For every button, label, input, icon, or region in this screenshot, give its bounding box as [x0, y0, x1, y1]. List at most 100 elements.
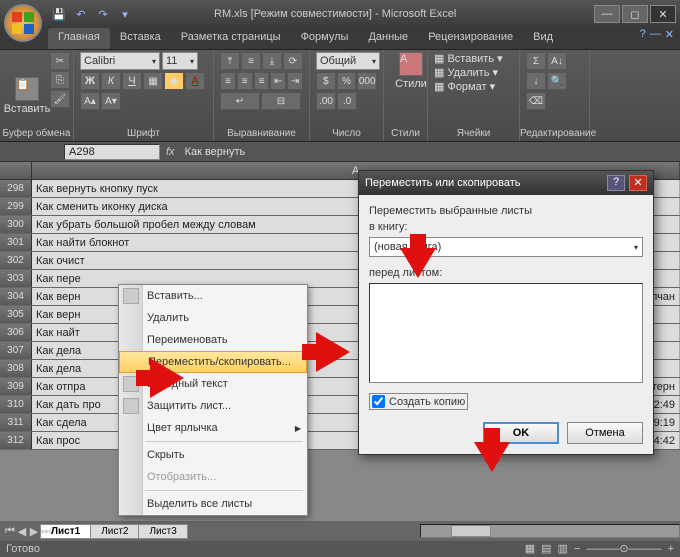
zoom-in-icon[interactable]: +	[668, 541, 674, 557]
align-center-icon[interactable]: ≡	[237, 72, 253, 90]
office-button[interactable]	[4, 4, 42, 42]
cells-delete-button[interactable]: ▦ Удалить ▾	[434, 66, 513, 79]
cells-insert-button[interactable]: ▦ Вставить ▾	[434, 52, 513, 65]
sheet-tab-3[interactable]: Лист3	[138, 524, 187, 539]
row-header[interactable]: 300	[0, 216, 32, 233]
tab-review[interactable]: Рецензирование	[418, 28, 523, 49]
tab-insert[interactable]: Вставка	[110, 28, 171, 49]
maximize-button[interactable]: ◻	[622, 5, 648, 23]
fill-down-icon[interactable]: ↓	[526, 72, 546, 90]
orient-icon[interactable]: ⟳	[283, 52, 303, 70]
font-size-combo[interactable]: 11▾	[162, 52, 198, 70]
tab-formulas[interactable]: Формулы	[291, 28, 359, 49]
view-layout-icon[interactable]: ▤	[541, 541, 551, 557]
tab-home[interactable]: Главная	[48, 28, 110, 49]
dialog-before-list[interactable]	[369, 283, 643, 383]
currency-icon[interactable]: $	[316, 72, 336, 90]
border-button[interactable]: ▦	[143, 72, 163, 90]
ribbon-min-icon[interactable]: —	[650, 28, 661, 49]
paste-button[interactable]: 📋 Вставить	[6, 52, 48, 139]
align-top-icon[interactable]: ⤒	[220, 52, 240, 70]
fx-icon[interactable]: fx	[166, 146, 175, 158]
number-format-combo[interactable]: Общий▾	[316, 52, 380, 70]
tab-nav-prev-icon[interactable]: ◀	[16, 525, 28, 538]
context-menu-item[interactable]: Выделить все листы	[119, 493, 307, 515]
percent-icon[interactable]: %	[337, 72, 357, 90]
formula-input[interactable]: Как вернуть	[181, 146, 680, 158]
dialog-titlebar[interactable]: Переместить или скопировать ? ✕	[359, 171, 653, 195]
find-icon[interactable]: 🔍	[547, 72, 567, 90]
tab-layout[interactable]: Разметка страницы	[171, 28, 291, 49]
row-header[interactable]: 298	[0, 180, 32, 197]
autosum-icon[interactable]: Σ	[526, 52, 546, 70]
row-header[interactable]: 304	[0, 288, 32, 305]
row-header[interactable]: 301	[0, 234, 32, 251]
inc-decimal-icon[interactable]: .00	[316, 92, 336, 110]
cells-format-button[interactable]: ▦ Формат ▾	[434, 80, 513, 93]
row-header[interactable]: 305	[0, 306, 32, 323]
row-header[interactable]: 307	[0, 342, 32, 359]
row-header[interactable]: 311	[0, 414, 32, 431]
underline-button[interactable]: Ч	[122, 72, 142, 90]
view-normal-icon[interactable]: ▦	[525, 541, 535, 557]
row-header[interactable]: 302	[0, 252, 32, 269]
help-icon[interactable]: ?	[640, 28, 646, 49]
font-name-combo[interactable]: Calibri▾	[80, 52, 160, 70]
zoom-slider[interactable]: ———⊙———	[586, 541, 661, 557]
sheet-tab-2[interactable]: Лист2	[90, 524, 139, 539]
row-header[interactable]: 308	[0, 360, 32, 377]
row-header[interactable]: 303	[0, 270, 32, 287]
context-menu-item[interactable]: Защитить лист...	[119, 395, 307, 417]
name-box[interactable]: A298	[64, 144, 160, 160]
dialog-help-button[interactable]: ?	[607, 175, 625, 191]
row-header[interactable]: 309	[0, 378, 32, 395]
copy-checkbox-input[interactable]	[372, 395, 385, 408]
context-menu-item[interactable]: Вставить...	[119, 285, 307, 307]
merge-icon[interactable]: ⊟	[261, 92, 301, 110]
align-left-icon[interactable]: ≡	[220, 72, 236, 90]
tab-view[interactable]: Вид	[523, 28, 563, 49]
row-header[interactable]: 312	[0, 432, 32, 449]
styles-button[interactable]: A Стили	[390, 52, 432, 90]
tab-nav-first-icon[interactable]: ⏮	[4, 525, 16, 538]
view-break-icon[interactable]: ▥	[558, 541, 568, 557]
qat-more-icon[interactable]: ▾	[116, 5, 134, 23]
sort-icon[interactable]: A↓	[547, 52, 567, 70]
context-menu-item[interactable]: Переименовать	[119, 329, 307, 351]
comma-icon[interactable]: 000	[357, 72, 377, 90]
tab-nav-next-icon[interactable]: ▶	[28, 525, 40, 538]
dialog-close-button[interactable]: ✕	[629, 175, 647, 191]
align-bot-icon[interactable]: ⤓	[262, 52, 282, 70]
cancel-button[interactable]: Отмена	[567, 422, 643, 444]
redo-icon[interactable]: ↷	[94, 5, 112, 23]
h-scroll-thumb[interactable]	[451, 525, 491, 537]
format-painter-icon[interactable]: 🖌	[50, 90, 70, 108]
indent-inc-icon[interactable]: ⇥	[287, 72, 303, 90]
italic-button[interactable]: К	[101, 72, 121, 90]
font-color-button[interactable]: А	[185, 72, 205, 90]
shrink-font-icon[interactable]: А▾	[101, 92, 121, 110]
row-header[interactable]: 306	[0, 324, 32, 341]
context-menu-item[interactable]: Удалить	[119, 307, 307, 329]
row-header[interactable]: 299	[0, 198, 32, 215]
bold-button[interactable]: Ж	[80, 72, 100, 90]
zoom-out-icon[interactable]: −	[574, 541, 580, 557]
context-menu-item[interactable]: Скрыть	[119, 444, 307, 466]
minimize-button[interactable]: —	[594, 5, 620, 23]
indent-dec-icon[interactable]: ⇤	[270, 72, 286, 90]
wrap-icon[interactable]: ↵	[220, 92, 260, 110]
row-header[interactable]: 310	[0, 396, 32, 413]
ribbon-close-icon[interactable]: ✕	[665, 28, 674, 49]
align-right-icon[interactable]: ≡	[254, 72, 270, 90]
align-mid-icon[interactable]: ≡	[241, 52, 261, 70]
dialog-copy-checkbox[interactable]: Создать копию	[369, 393, 468, 410]
save-icon[interactable]: 💾	[50, 5, 68, 23]
tab-nav-last-icon[interactable]: ⏭	[40, 525, 52, 538]
undo-icon[interactable]: ↶	[72, 5, 90, 23]
close-button[interactable]: ✕	[650, 5, 676, 23]
dec-decimal-icon[interactable]: .0	[337, 92, 357, 110]
cut-icon[interactable]: ✂	[50, 52, 70, 70]
context-menu-item[interactable]: Цвет ярлычка▶	[119, 417, 307, 439]
clear-icon[interactable]: ⌫	[526, 92, 546, 110]
grow-font-icon[interactable]: А▴	[80, 92, 100, 110]
